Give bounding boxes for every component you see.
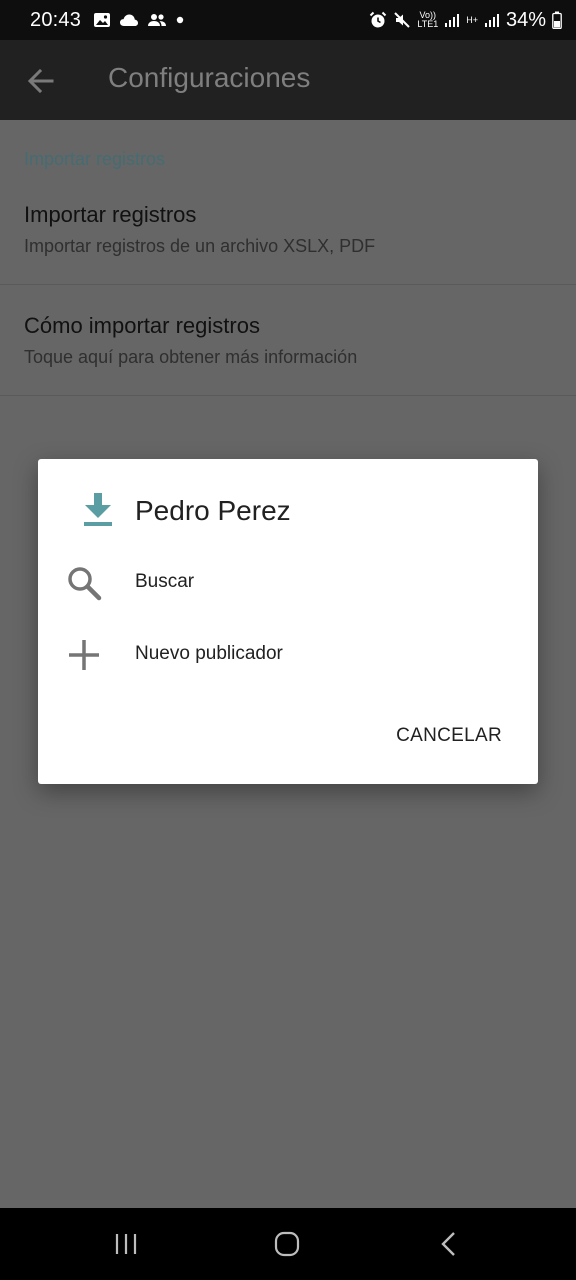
divider [0,395,576,396]
pref-title: Cómo importar registros [24,313,260,338]
search-option[interactable]: Buscar [38,555,538,611]
options-dialog: Pedro Perez Buscar Nuevo publicador CANC… [38,459,538,784]
people-icon [148,14,167,26]
mute-icon [394,12,411,28]
network-label: Vo)) LTE1 [417,11,438,29]
dialog-title: Pedro Perez [135,495,291,526]
image-icon [94,13,111,27]
network-hplus: H+ [466,14,478,25]
signal-icon [445,14,460,27]
new-publisher-option[interactable]: Nuevo publicador [38,627,538,683]
pref-summary: Toque aquí para obtener más información [24,347,358,367]
status-time: 20:43 [30,8,82,31]
dot-icon [176,16,184,24]
status-icons-right: Vo)) LTE1 H+ 34% [369,9,562,32]
system-nav-bar [0,1208,576,1280]
battery-icon [552,11,562,29]
status-icons-left [93,12,185,28]
signal-icon [484,14,499,27]
back-nav-icon[interactable] [436,1230,460,1258]
alarm-icon [370,11,387,28]
pref-import-records[interactable]: Importar registros Importar registros de… [24,202,375,257]
plus-icon [69,640,99,670]
arrow-back-icon[interactable] [26,66,56,96]
network-lte: LTE1 [417,19,439,29]
app-bar: Configuraciones [0,40,576,120]
battery-percent: 34% [505,8,546,31]
new-publisher-label: Nuevo publicador [135,643,283,664]
cloud-icon [120,14,139,26]
pref-summary: Importar registros de un archivo XSLX, P… [24,236,376,256]
cancel-button[interactable]: CANCELAR [396,725,502,747]
pref-title: Importar registros [24,202,197,227]
home-icon[interactable] [273,1230,301,1258]
page-title: Configuraciones [108,62,311,93]
status-bar: 20:43 Vo)) LTE1 H+ 34% [0,0,576,40]
section-header: Importar registros [24,149,166,169]
search-icon [68,567,102,601]
pref-how-to-import[interactable]: Cómo importar registros Toque aquí para … [24,313,357,368]
download-icon [84,493,112,526]
recent-apps-icon[interactable] [114,1230,138,1258]
divider [0,284,576,285]
search-option-label: Buscar [135,571,195,592]
